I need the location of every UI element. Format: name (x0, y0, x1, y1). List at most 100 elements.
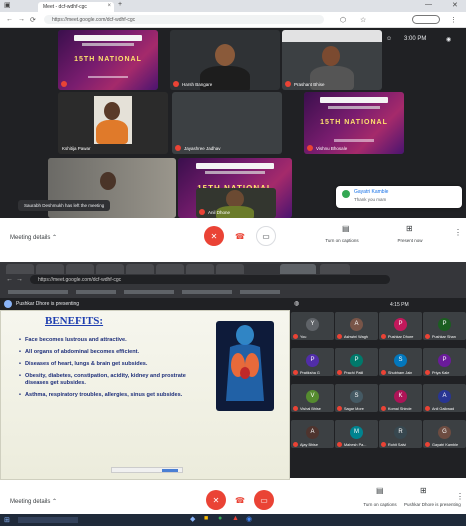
slide-title: BENEFITS: (45, 315, 104, 327)
participant-tile[interactable]: P Priya Kale (423, 348, 466, 376)
meeting-details-button[interactable]: Meeting details ⌃ (10, 498, 57, 505)
participant-video (170, 30, 280, 90)
browser-tab[interactable] (156, 264, 184, 274)
bookmark-item[interactable] (182, 290, 232, 294)
browser-tab[interactable] (36, 264, 64, 274)
leave-call-button[interactable]: ☎ (230, 490, 250, 510)
browser-tab[interactable] (216, 264, 244, 274)
bookmarks-bar (0, 286, 466, 298)
muted-mic-icon (381, 406, 386, 411)
clock-text: 3:00 PM (404, 36, 427, 42)
participant-tile[interactable]: P Pushkar Shan (423, 312, 466, 340)
more-menu-icon[interactable]: ⋮ (450, 16, 457, 24)
reload-icon[interactable]: ⟳ (30, 16, 36, 24)
bookmark-item[interactable] (240, 290, 280, 294)
forward-icon[interactable]: → (16, 276, 23, 283)
present-icon[interactable]: ⊞ (420, 486, 427, 495)
participant-tile[interactable]: P Pushkar Dhore (379, 312, 422, 340)
tile-shared-slide[interactable]: 15TH NATIONAL Vishnu Bhosale (304, 92, 404, 154)
tile-participant[interactable]: Harsh Bangare (170, 30, 280, 90)
chat-popup[interactable]: Gayatri Kamble Thank you mam (336, 186, 462, 208)
participant-tile[interactable]: A Ajay Bhise (291, 420, 334, 448)
muted-mic-icon (285, 81, 291, 87)
close-tab-icon[interactable]: × (107, 3, 111, 9)
bookmark-item[interactable] (124, 290, 174, 294)
extensions-icon[interactable]: ⬡ (340, 16, 346, 24)
back-icon[interactable]: ← (6, 16, 13, 23)
participant-tile[interactable]: M Mahesh Pa... (335, 420, 378, 448)
participant-name: Pushkar Shan (432, 335, 456, 339)
address-bar[interactable]: https://meet.google.com/dcf-wdhf-cgc (30, 275, 390, 284)
leave-call-button[interactable]: ☎ (230, 226, 250, 246)
participant-name: Vishnu Bhosale (316, 146, 348, 151)
browser-tab[interactable] (66, 264, 94, 274)
people-icon[interactable]: ☺ (386, 36, 392, 42)
muted-mic-icon (337, 442, 342, 447)
slide-bullet: Obesity, diabetes, constipation, acidity… (19, 373, 209, 387)
forward-icon[interactable]: → (18, 16, 25, 23)
taskbar-search[interactable] (18, 517, 78, 523)
participant-tile[interactable]: G Gayatri Kamble (423, 420, 466, 448)
participant-tile[interactable]: V Vishal Bhise (291, 384, 334, 412)
profile-pill[interactable] (412, 15, 440, 24)
participant-tile[interactable]: P Pratiksha G (291, 348, 334, 376)
captions-icon[interactable]: ▤ (342, 224, 350, 233)
browser-tab[interactable] (186, 264, 214, 274)
meeting-details-label: Meeting details (10, 235, 51, 241)
camera-off-icon: ▭ (260, 495, 268, 505)
more-options-icon[interactable]: ⋮ (454, 228, 462, 237)
popup-message: Thank you mam (354, 197, 387, 202)
taskbar-app-icon[interactable]: ● (218, 515, 222, 522)
captions-icon[interactable]: ▤ (376, 486, 384, 495)
taskbar-app-icon[interactable]: ■ (204, 515, 208, 522)
present-icon[interactable]: ⊞ (406, 224, 413, 233)
taskbar-app-icon[interactable]: ◆ (190, 515, 195, 523)
more-options-icon[interactable]: ⋮ (456, 492, 464, 501)
browser-tab[interactable] (126, 264, 154, 274)
participant-tile[interactable]: A Anil Gaikwad (423, 384, 466, 412)
participant-tile[interactable]: S Shubham Jain (379, 348, 422, 376)
participant-tile[interactable]: P Prachi Patil (335, 348, 378, 376)
address-bar[interactable]: https://meet.google.com/dcf-wdhf-cgc (44, 15, 324, 24)
account-icon[interactable]: ◉ (446, 36, 451, 43)
mic-toggle-button[interactable]: ✕ (204, 226, 224, 246)
slide-bullet: Face becomes lustrous and attractive. (19, 337, 209, 344)
browser-tab[interactable] (96, 264, 124, 274)
camera-toggle-button[interactable]: ▭ (254, 490, 274, 510)
muted-mic-icon (425, 406, 430, 411)
windows-start-icon[interactable]: ⊞ (4, 516, 10, 524)
new-tab-icon[interactable]: + (118, 1, 122, 8)
bookmark-star-icon[interactable]: ☆ (360, 16, 366, 24)
meeting-details-button[interactable]: Meeting details ⌃ (10, 234, 57, 241)
participant-tile[interactable]: K Komal Shinde (379, 384, 422, 412)
taskbar-app-icon[interactable]: ▲ (232, 515, 239, 522)
browser-tab-meet-active[interactable] (280, 264, 316, 274)
browser-tab[interactable] (320, 264, 350, 274)
tile-shared-slide[interactable]: 15TH NATIONAL (58, 30, 158, 90)
bookmark-item[interactable] (76, 290, 116, 294)
window-menu-icon[interactable]: ▣ (4, 1, 11, 9)
participant-avatar: R (394, 426, 407, 439)
participant-tile[interactable]: R Rohit Salvi (379, 420, 422, 448)
pin-icon[interactable]: ◍ (294, 300, 299, 307)
participant-name: Mahesh Pa... (344, 443, 367, 447)
tile-participant[interactable]: Jayashree Jadhav (172, 92, 282, 154)
bookmark-item[interactable] (8, 290, 68, 294)
tile-participant[interactable]: Kshitija Pawar (58, 92, 168, 154)
participant-name: Anil Gaikwad (432, 407, 455, 411)
mic-toggle-button[interactable]: ✕ (206, 490, 226, 510)
back-icon[interactable]: ← (6, 276, 13, 283)
close-window-icon[interactable]: ✕ (452, 1, 458, 9)
participant-tile[interactable]: A Ashwini Wagh (335, 312, 378, 340)
camera-toggle-button[interactable]: ▭ (256, 226, 276, 246)
participant-tile[interactable]: S Sagar More (335, 384, 378, 412)
tile-participant[interactable]: Anil Dhone (196, 188, 276, 218)
minimize-icon[interactable]: — (425, 1, 432, 8)
tile-participant[interactable]: Prashant Bhise (282, 30, 382, 90)
browser-tab[interactable] (6, 264, 34, 274)
slide-navigation-bar[interactable] (111, 467, 183, 473)
participant-tile[interactable]: Y You (291, 312, 334, 340)
presenting-banner: Pushkar Dhore is presenting (0, 298, 290, 310)
taskbar-app-icon[interactable]: ◉ (246, 515, 252, 523)
browser-tab-meet[interactable]: Meet - dcf-wdhf-cgc × (38, 2, 114, 12)
